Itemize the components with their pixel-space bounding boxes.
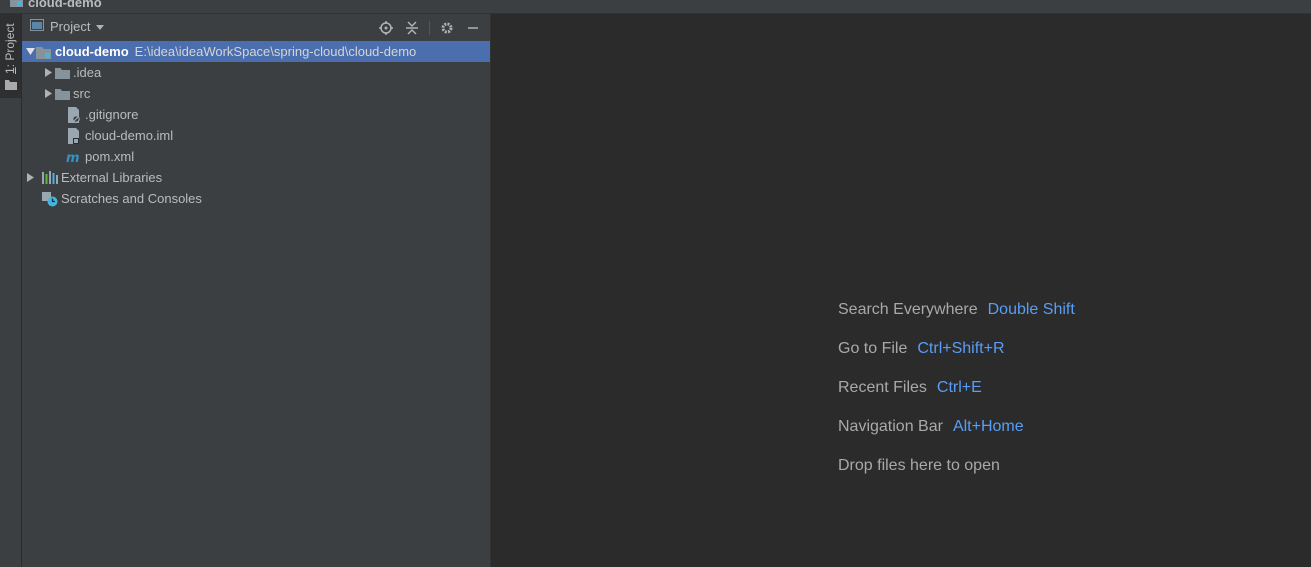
view-selector-dropdown[interactable]: Project	[30, 19, 105, 34]
breadcrumb[interactable]: cloud-demo	[10, 0, 102, 10]
tree-node-external-libraries[interactable]: External Libraries	[22, 167, 490, 188]
expanded-arrow-icon[interactable]	[24, 41, 36, 62]
folder-icon	[54, 65, 70, 81]
project-panel: Project cloud-demo E:\idea\ideaWorkSpace…	[22, 14, 491, 567]
hint-navigation-bar: Navigation Bar Alt+Home	[838, 418, 1024, 435]
project-tool-window-tab[interactable]: 1: Project	[0, 14, 21, 98]
tree-node-label: External Libraries	[61, 170, 163, 185]
ignore-file-icon	[66, 106, 82, 123]
breadcrumb-project[interactable]: cloud-demo	[28, 0, 102, 10]
tree-node-label: src	[73, 86, 91, 101]
folder-icon	[54, 86, 70, 102]
shortcut-text: Alt+Home	[952, 418, 1024, 435]
chevron-down-icon	[96, 19, 105, 34]
tree-node-scratches[interactable]: Scratches and Consoles	[22, 188, 490, 209]
hint-drop-files: Drop files here to open	[838, 457, 1000, 474]
minimize-icon[interactable]	[462, 18, 484, 38]
module-path: E:\idea\ideaWorkSpace\spring-cloud\cloud…	[134, 44, 417, 59]
navigation-bar: cloud-demo	[0, 0, 1311, 14]
module-folder-icon	[36, 44, 52, 60]
project-view-icon	[30, 19, 44, 34]
shortcut-text: Ctrl+Shift+R	[917, 340, 1005, 357]
panel-header: Project	[22, 14, 490, 41]
tree-node-gitignore[interactable]: .gitignore	[22, 104, 490, 125]
shortcut-text: Double Shift	[987, 301, 1075, 318]
project-tree: cloud-demo E:\idea\ideaWorkSpace\spring-…	[22, 41, 490, 209]
collapsed-arrow-icon[interactable]	[24, 167, 36, 188]
tree-node-src[interactable]: src	[22, 83, 490, 104]
tree-node-label: pom.xml	[85, 149, 135, 164]
module-icon	[10, 0, 24, 10]
tree-node-label: cloud-demo.iml	[85, 128, 174, 143]
toolbar-divider	[429, 21, 430, 35]
tree-node-idea[interactable]: .idea	[22, 62, 490, 83]
shortcut-text: Ctrl+E	[936, 379, 982, 396]
libraries-icon	[42, 170, 58, 186]
tool-window-strip: 1: Project	[0, 14, 22, 567]
hint-search-everywhere: Search Everywhere Double Shift	[838, 301, 1075, 318]
tree-node-label: .gitignore	[85, 107, 139, 122]
tree-node-label: cloud-demo	[55, 44, 129, 59]
maven-icon: m	[66, 149, 82, 165]
tree-node-root[interactable]: cloud-demo E:\idea\ideaWorkSpace\spring-…	[22, 41, 490, 62]
collapse-all-icon[interactable]	[401, 18, 423, 38]
hint-go-to-file: Go to File Ctrl+Shift+R	[838, 340, 1005, 357]
gear-icon[interactable]	[436, 18, 458, 38]
tree-node-pom[interactable]: m pom.xml	[22, 146, 490, 167]
svg-text:m: m	[66, 151, 80, 163]
tree-node-label: .idea	[73, 65, 102, 80]
collapsed-arrow-icon[interactable]	[42, 83, 54, 104]
folder-icon	[5, 78, 17, 93]
tree-node-iml[interactable]: cloud-demo.iml	[22, 125, 490, 146]
project-tab-label: 1: Project	[3, 23, 17, 74]
editor-area[interactable]: Search Everywhere Double Shift Go to Fil…	[491, 14, 1311, 567]
panel-title: Project	[50, 19, 91, 34]
hint-recent-files: Recent Files Ctrl+E	[838, 379, 982, 396]
iml-file-icon	[66, 127, 82, 144]
scratches-icon	[42, 191, 58, 207]
empty-editor-hints: Search Everywhere Double Shift Go to Fil…	[838, 301, 1075, 496]
tree-node-label: Scratches and Consoles	[61, 191, 202, 206]
collapsed-arrow-icon[interactable]	[42, 62, 54, 83]
locate-icon[interactable]	[375, 18, 397, 38]
